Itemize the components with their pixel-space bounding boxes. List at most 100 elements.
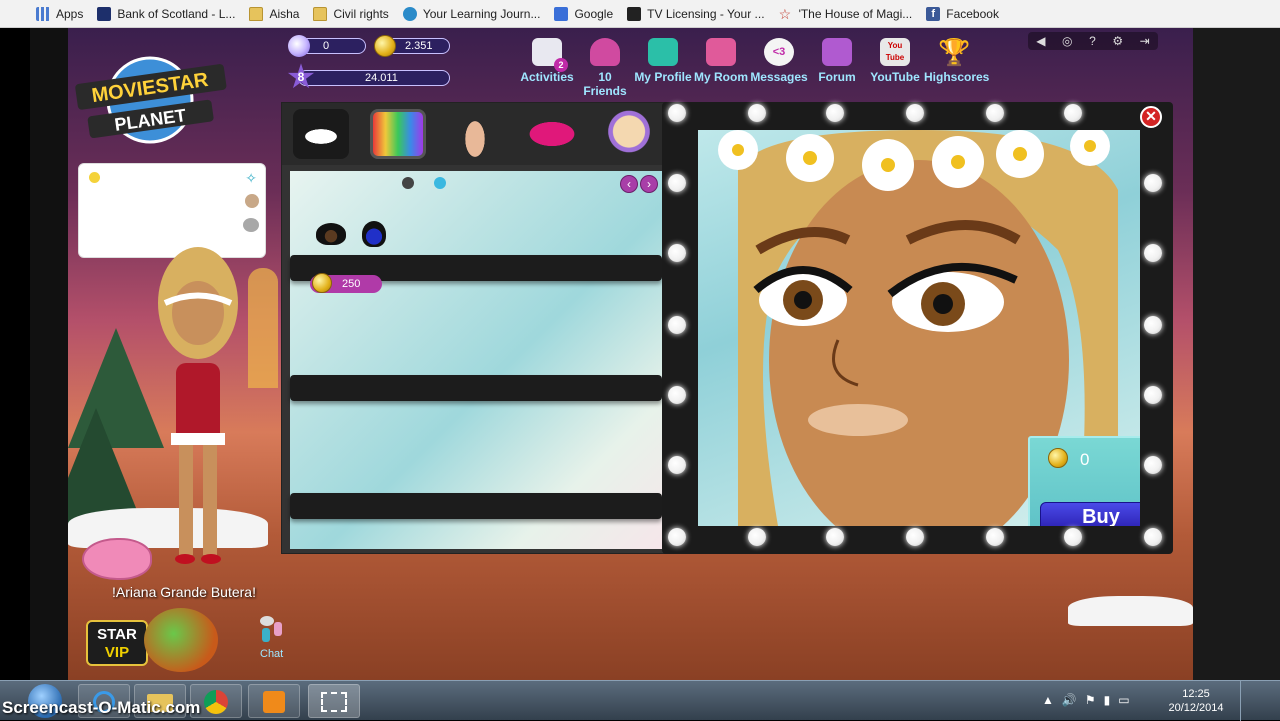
toolbar-my-profile[interactable]: My Profile [634,38,692,98]
toolbar-highscores[interactable]: 🏆 Highscores [924,38,989,98]
youtube-icon: You Tube [880,38,910,66]
coin-icon [312,273,332,293]
friend-avatar-icon[interactable] [245,194,259,208]
show-desktop-button[interactable] [1240,681,1250,721]
mirror-bulb [1144,386,1162,404]
total-cost: 0 [1080,450,1090,469]
toolbar-friends[interactable]: 10 Friends [576,38,634,98]
bookmark-civil-rights[interactable]: Civil rights [313,6,389,21]
bookmarks-bar: Apps Bank of Scotland - L... Aisha Civil… [0,0,1280,28]
bookmark-facebook[interactable]: f Facebook [926,6,999,21]
system-controls: ◀ ◎ ? ⚙ ⇥ [1028,32,1158,50]
player-avatar[interactable] [143,233,253,573]
color-swatch-blue[interactable] [434,177,446,189]
mirror-bulb [668,244,686,262]
mirror-bulb [906,104,924,122]
toolbar-label: My Room [694,70,748,84]
logout-icon[interactable]: ⇥ [1140,34,1150,48]
piggy-bank-icon[interactable] [82,538,152,580]
chat-label[interactable]: Chat [260,648,283,660]
toolbar-label: Highscores [924,70,990,84]
nose-category-icon[interactable] [446,109,503,159]
mirror-bulb [1064,104,1082,122]
record-icon[interactable]: ◎ [1062,34,1072,48]
mirror-bulb [1144,316,1162,334]
eyeshadow-category-icon[interactable] [369,109,426,159]
vip-line2: VIP [104,644,130,661]
chrome-icon [204,690,228,714]
eyelash-item-blue[interactable] [362,221,386,247]
mirror-bulb [668,386,686,404]
media-player-icon [263,691,285,713]
clock-time: 12:25 [1182,688,1210,700]
skin-category-icon[interactable] [600,109,657,159]
folder-icon [313,6,328,21]
pet-icon[interactable] [243,218,259,232]
toolbar-label: Messages [750,70,808,84]
bookmark-bank-of-scotland[interactable]: Bank of Scotland - L... [97,6,235,21]
power-icon[interactable]: ▮ [1104,693,1111,707]
sound-icon[interactable]: ◀ [1036,34,1045,48]
vip-line1: STAR [97,626,137,643]
dragon-pet-icon[interactable] [144,608,218,672]
buy-button[interactable]: Buy [1040,502,1140,526]
star-vip-badge[interactable]: STAR VIP [86,620,148,666]
shelf-2 [290,375,662,401]
action-center-icon[interactable]: ⚑ [1085,693,1096,707]
toolbar-messages[interactable]: <3 Messages [750,38,808,98]
settings-icon[interactable]: ⚙ [1112,34,1123,48]
network-icon[interactable]: ▭ [1118,693,1129,707]
eyelash-item-black[interactable] [316,223,346,245]
game-stage: MOVIESTAR PLANET 0 2.351 24.011 ★ 8 2 Ac… [68,28,1193,680]
coin-icon [374,35,396,57]
star-icon: ☆ [778,5,792,22]
coin-icon [1048,448,1068,468]
profile-icon [648,38,678,66]
taskbar-clock[interactable]: 12:25 20/12/2014 [1158,687,1234,715]
taskbar-screencast[interactable] [308,684,360,718]
close-button[interactable]: ✕ [1140,106,1162,128]
bookmark-aisha[interactable]: Aisha [249,6,299,21]
show-hidden-icons[interactable]: ▲ [1042,693,1054,707]
bookmark-tv-licensing[interactable]: TV Licensing - Your ... [627,6,765,21]
bookmark-apps[interactable]: Apps [36,6,84,21]
toolbar-my-room[interactable]: My Room [692,38,750,98]
folder-icon [249,6,264,21]
bookmark-label: Apps [56,6,84,21]
screencast-watermark: Screencast-O-Matic.com [2,698,201,717]
mirror-bulb [1144,528,1162,546]
help-icon[interactable]: ? [1089,34,1096,48]
clock-date: 20/12/2014 [1168,702,1224,714]
mirror-bulb [1144,456,1162,474]
color-swatch-dark[interactable] [402,177,414,189]
toolbar-activities[interactable]: 2 Activities [518,38,576,98]
prev-page-button[interactable]: ‹ [620,175,638,193]
dance-icon[interactable]: ✧ [245,170,257,187]
lips-category-icon[interactable] [523,109,580,159]
next-page-button[interactable]: › [640,175,658,193]
youtube-icon-text: You Tube [885,41,905,62]
eyes-category-icon[interactable] [292,109,349,159]
windows-taskbar: Screencast-O-Matic.com ▲ 🔊 ⚑ ▮ ▭ 12:25 2… [0,680,1280,721]
mirror-bulb [668,174,686,192]
bookmark-house-of-magic[interactable]: ☆ 'The House of Magi... [779,7,913,21]
toolbar-forum[interactable]: Forum [808,38,866,98]
messages-icon: <3 [764,38,794,66]
toolbar-youtube[interactable]: You Tube YouTube [866,38,924,98]
facebook-icon: f [926,6,941,21]
bookmark-label: 'The House of Magi... [798,6,913,21]
taskbar-media-player[interactable] [248,684,300,718]
coins-value: 2.351 [405,40,433,52]
avatar-username: !Ariana Grande Butera! [112,584,256,600]
volume-icon[interactable]: 🔊 [1062,693,1077,707]
mirror-bulb [668,104,686,122]
bookmark-label: Google [574,6,614,21]
right-background-strip [1193,28,1280,680]
mirror-bulb [826,528,844,546]
apps-grid-icon [36,6,50,21]
bookmark-learning-journey[interactable]: Your Learning Journ... [402,6,540,21]
bookmark-label: Civil rights [333,6,389,21]
chat-icon[interactable] [260,616,286,644]
item-price: 250 [342,278,361,290]
bookmark-google[interactable]: Google [554,6,614,21]
